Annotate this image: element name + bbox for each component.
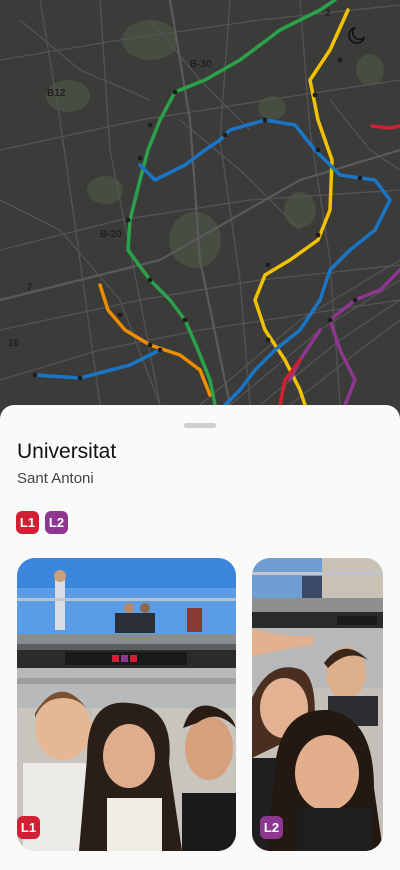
line-badge-l2[interactable]: L2 (45, 511, 68, 534)
photo-carousel[interactable]: L1 L2 (0, 558, 400, 851)
line-badge-l1[interactable]: L1 (16, 511, 39, 534)
station-photo-l2[interactable]: L2 (252, 558, 383, 851)
road-label: B12 (47, 88, 66, 99)
moon-icon (348, 26, 366, 44)
road-label: 2 (325, 8, 331, 19)
road-label: 7 (27, 282, 33, 293)
road-label: B-20 (100, 229, 122, 240)
photo-image (252, 558, 383, 851)
theme-toggle-button[interactable] (346, 24, 376, 54)
road-label: B-30 (190, 59, 212, 70)
station-photo-l1[interactable]: L1 (17, 558, 236, 851)
station-neighborhood: Sant Antoni (17, 470, 94, 487)
station-sheet: Universitat Sant Antoni L1 L2 L1 L2 (0, 405, 400, 870)
photo-line-badge: L1 (17, 816, 40, 839)
station-title: Universitat (17, 440, 117, 463)
line-badges: L1 L2 (16, 511, 68, 534)
line-badge-l2: L2 (260, 816, 283, 839)
road-label: 16 (8, 338, 20, 349)
line-badge-l1: L1 (17, 816, 40, 839)
photo-line-badge: L2 (260, 816, 283, 839)
photo-image (17, 558, 236, 851)
sheet-drag-handle[interactable] (184, 423, 216, 428)
